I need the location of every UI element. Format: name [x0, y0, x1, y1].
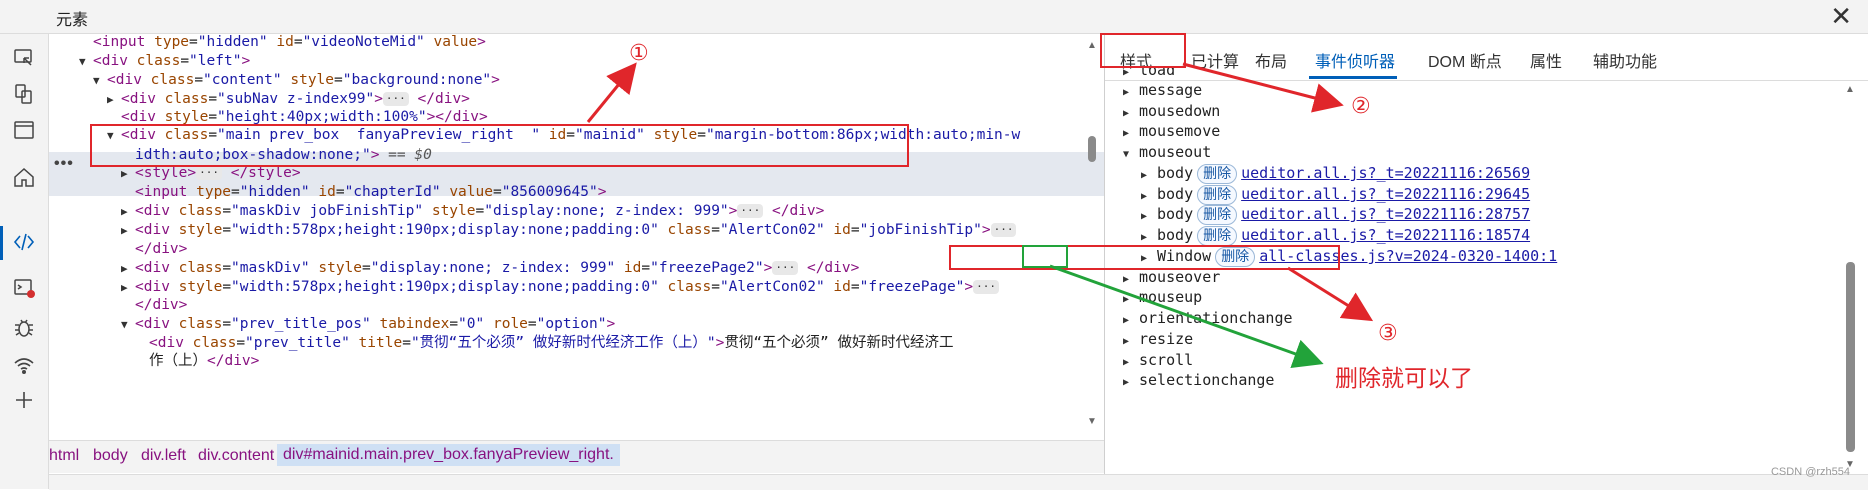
event-item[interactable]: ▶ resize: [1123, 328, 1193, 350]
tab-layout[interactable]: 布局: [1255, 48, 1287, 72]
remove-listener-button[interactable]: 删除: [1197, 205, 1238, 225]
annotation-number-3: ③: [1378, 320, 1398, 345]
tree-node[interactable]: ▶ <div style="width:578px;height:190px;di…: [121, 219, 1017, 241]
activity-bar: [0, 34, 49, 489]
highlight-box-window-listener: [949, 245, 1340, 270]
expand-triangle-icon: ▶: [121, 281, 128, 294]
ellipsis-icon[interactable]: ···: [737, 204, 764, 218]
tab-accessibility[interactable]: 辅助功能: [1593, 48, 1657, 72]
breadcrumb-item[interactable]: div.content: [198, 447, 274, 465]
tree-node-continued: 作（上）</div>: [149, 353, 260, 369]
watermark: CSDN @rzh554: [1770, 466, 1850, 478]
collapse-triangle-icon: ▼: [79, 55, 86, 68]
event-item[interactable]: ▶ mouseup: [1123, 286, 1202, 308]
highlight-box-remove-button: [1022, 245, 1068, 268]
remove-listener-button[interactable]: 删除: [1197, 185, 1238, 205]
ellipsis-icon[interactable]: ···: [772, 261, 799, 275]
expand-triangle-icon: ▶: [107, 93, 114, 106]
sidebar-tabs: 样式 已计算 布局 事件侦听器 DOM 断点 属性 辅助功能: [1105, 34, 1868, 81]
source-link[interactable]: ueditor.all.js?_t=20221116:18574: [1241, 226, 1530, 244]
breadcrumb-item[interactable]: html: [49, 447, 79, 465]
annotation-number-1: ①: [629, 40, 649, 65]
window-icon[interactable]: [8, 114, 40, 146]
sidebar-scrollbar[interactable]: ▲ ▼: [1843, 84, 1859, 479]
remove-listener-button[interactable]: 删除: [1197, 226, 1238, 246]
scroll-down-icon: ▼: [1087, 416, 1097, 427]
event-item[interactable]: ▶ mousedown: [1123, 100, 1220, 122]
ellipsis-icon[interactable]: ···: [990, 223, 1017, 237]
source-link[interactable]: ueditor.all.js?_t=20221116:26569: [1241, 164, 1530, 182]
ellipsis-icon[interactable]: ···: [973, 280, 1000, 294]
breadcrumb-item[interactable]: body: [93, 447, 128, 465]
event-item[interactable]: ▶ mousemove: [1123, 120, 1220, 142]
source-link[interactable]: ueditor.all.js?_t=20221116:29645: [1241, 185, 1530, 203]
panel-title: 元素: [56, 12, 89, 29]
scroll-thumb: [1088, 136, 1096, 162]
listener-row[interactable]: ▶ body 删除 ueditor.all.js?_t=20221116:26569: [1141, 162, 1530, 184]
drawer-strip: [49, 474, 1868, 490]
scroll-up-icon: ▲: [1845, 84, 1855, 95]
annotation-note: 删除就可以了: [1335, 365, 1473, 391]
annotation-number-2: ②: [1351, 93, 1371, 118]
active-indicator: [0, 226, 3, 260]
event-item-expanded[interactable]: ▼ mouseout: [1123, 141, 1211, 163]
tab-dom-breakpoints[interactable]: DOM 断点: [1428, 48, 1502, 72]
close-icon[interactable]: ✕: [1830, 2, 1852, 30]
expand-triangle-icon: ▶: [121, 224, 128, 237]
scroll-thumb: [1846, 262, 1855, 452]
source-link[interactable]: ueditor.all.js?_t=20221116:28757: [1241, 205, 1530, 223]
expand-triangle-icon: ▶: [1123, 377, 1130, 388]
tab-properties[interactable]: 属性: [1530, 48, 1562, 72]
event-item[interactable]: ▶ scroll: [1123, 349, 1193, 371]
ellipsis-icon[interactable]: ···: [196, 166, 222, 180]
highlight-box-selected-node: [90, 124, 909, 167]
event-item[interactable]: ▶ orientationchange: [1123, 307, 1293, 329]
breadcrumb-item[interactable]: div.left: [141, 447, 186, 465]
listener-row[interactable]: ▶ body 删除 ueditor.all.js?_t=20221116:28757: [1141, 203, 1530, 225]
tree-node[interactable]: ▶ <div style="width:578px;height:190px;di…: [121, 276, 1000, 298]
breadcrumb-item-active[interactable]: div#mainid.main.prev_box.fanyaPreview_ri…: [277, 444, 620, 466]
collapse-triangle-icon: ▼: [121, 318, 128, 331]
console-icon[interactable]: [8, 272, 40, 304]
collapse-triangle-icon: ▼: [93, 74, 100, 87]
event-item[interactable]: ▶ selectionchange: [1123, 369, 1274, 391]
arrow-1: [586, 62, 637, 123]
tree-node[interactable]: <div class="prev_title" title="贯彻“五个必须” …: [149, 332, 954, 354]
row-actions-icon[interactable]: •••: [54, 155, 74, 173]
home-icon[interactable]: [8, 162, 40, 194]
listener-row[interactable]: ▶ body 删除 ueditor.all.js?_t=20221116:29645: [1141, 183, 1530, 205]
wifi-icon[interactable]: [8, 350, 40, 382]
inspect-icon[interactable]: [8, 42, 40, 74]
bug-icon[interactable]: [8, 312, 40, 344]
remove-listener-button[interactable]: 删除: [1197, 164, 1238, 184]
highlight-box-event-tab: [1100, 33, 1186, 68]
code-icon[interactable]: [8, 226, 40, 258]
ellipsis-icon[interactable]: ···: [382, 92, 409, 106]
listener-row[interactable]: ▶ body 删除 ueditor.all.js?_t=20221116:18574: [1141, 224, 1530, 246]
collapse-triangle-icon: ▼: [1123, 149, 1130, 160]
plus-icon[interactable]: [8, 384, 40, 416]
elements-scrollbar[interactable]: ▲ ▼: [1085, 36, 1099, 432]
breadcrumb: html body div.left div.content div#maini…: [49, 440, 1104, 473]
tab-event-listeners[interactable]: 事件侦听器: [1315, 48, 1395, 72]
event-item[interactable]: ▶ message: [1123, 79, 1202, 101]
active-tab-underline: [1309, 76, 1397, 79]
tab-computed[interactable]: 已计算: [1191, 48, 1239, 72]
device-icon[interactable]: [8, 78, 40, 110]
title-bar: 元素 ✕: [0, 0, 1868, 34]
scroll-up-icon: ▲: [1087, 40, 1097, 51]
